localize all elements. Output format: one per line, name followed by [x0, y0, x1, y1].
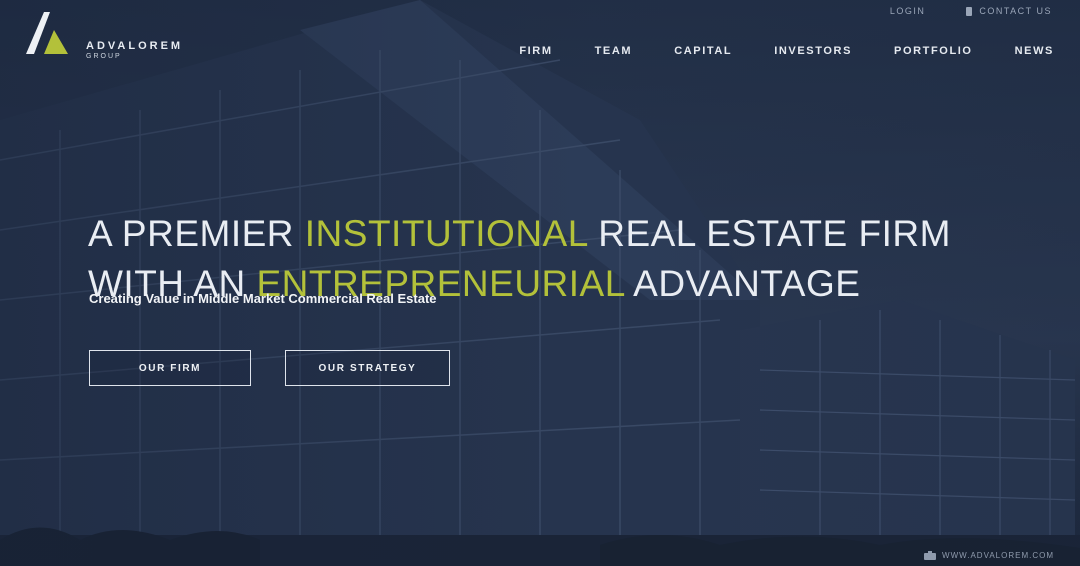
nav-item-team[interactable]: TEAM [595, 45, 633, 57]
contact-label: CONTACT US [979, 6, 1052, 16]
headline-1-pre: A PREMIER [88, 212, 305, 254]
phone-icon [966, 6, 973, 16]
nav-item-portfolio[interactable]: PORTFOLIO [894, 45, 973, 57]
our-firm-button[interactable]: OUR FIRM [89, 350, 251, 386]
utility-bar: LOGIN CONTACT US [890, 6, 1052, 16]
headline-1-highlight: INSTITUTIONAL [304, 212, 588, 254]
hero-subheading: Creating Value in Middle Market Commerci… [89, 291, 437, 306]
footer-url-text: WWW.ADVALOREM.COM [942, 551, 1054, 560]
nav-item-capital[interactable]: CAPITAL [674, 45, 732, 57]
headline-line-1: A PREMIER INSTITUTIONAL REAL ESTATE FIRM [88, 209, 1018, 259]
nav-item-news[interactable]: NEWS [1015, 45, 1054, 57]
camera-icon [924, 551, 937, 560]
contact-link[interactable]: CONTACT US [965, 6, 1052, 16]
brand-logo[interactable]: ADVALOREM GROUP [24, 8, 180, 60]
nav-item-firm[interactable]: FIRM [519, 45, 552, 57]
main-nav: FIRM TEAM CAPITAL INVESTORS PORTFOLIO NE… [519, 45, 1054, 57]
brand-name: ADVALOREM [86, 40, 184, 52]
our-strategy-button[interactable]: OUR STRATEGY [285, 350, 450, 386]
login-link[interactable]: LOGIN [890, 6, 926, 16]
nav-item-investors[interactable]: INVESTORS [774, 45, 852, 57]
brand-subtitle: GROUP [86, 53, 122, 60]
footer-url[interactable]: WWW.ADVALOREM.COM [924, 551, 1054, 560]
headline-1-post: REAL ESTATE FIRM [587, 212, 951, 254]
headline-2-post: ADVANTAGE [624, 262, 861, 304]
logo-a-mark-icon [26, 12, 68, 54]
